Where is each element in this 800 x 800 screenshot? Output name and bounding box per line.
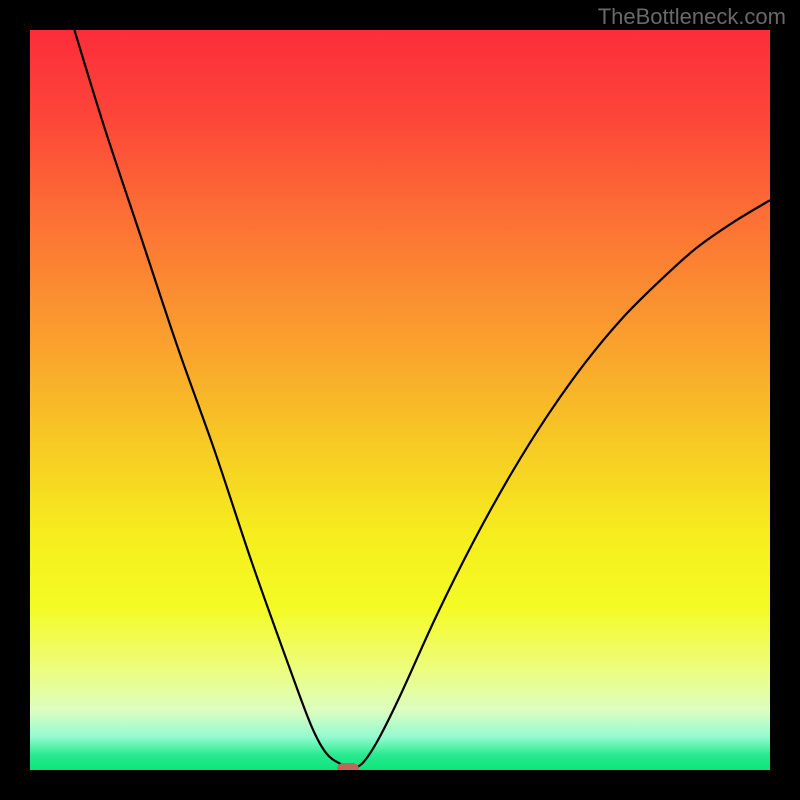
watermark-text: TheBottleneck.com (598, 4, 786, 30)
chart-frame: TheBottleneck.com (0, 0, 800, 800)
bottleneck-curve (30, 30, 770, 770)
optimal-point-marker (337, 763, 359, 770)
plot-area (30, 30, 770, 770)
